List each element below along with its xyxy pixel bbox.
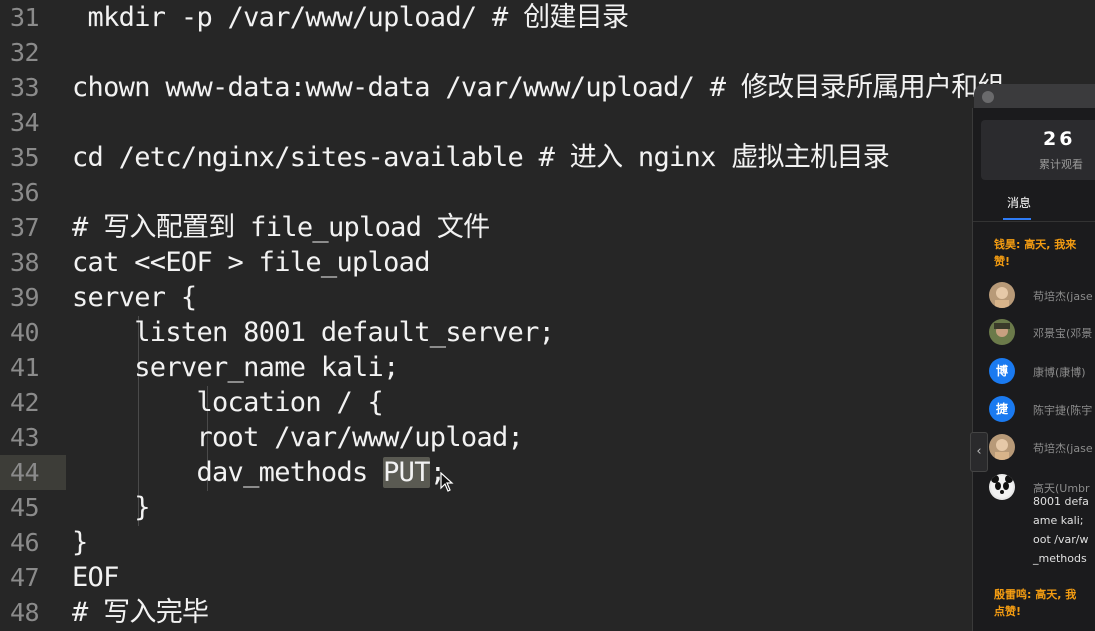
- line-number: 46: [10, 528, 40, 557]
- code-line[interactable]: 42 location / {: [0, 385, 1095, 420]
- line-number: 35: [10, 143, 40, 172]
- line-number: 43: [10, 423, 40, 452]
- code-text[interactable]: }: [72, 490, 150, 525]
- chat-message: 捷 陈宇捷(陈宇: [989, 396, 1095, 424]
- code-line-current[interactable]: 44 dav_methods PUT;: [0, 455, 1095, 490]
- code-line[interactable]: 43 root /var/www/upload;: [0, 420, 1095, 455]
- avatar[interactable]: [989, 282, 1015, 308]
- viewer-stats-card: 26 累计观看: [981, 120, 1095, 180]
- chat-username: 苟培杰(jase: [1033, 290, 1093, 303]
- code-line[interactable]: 38 cat <<EOF > file_upload: [0, 245, 1095, 280]
- mouse-pointer-icon: [440, 472, 454, 492]
- code-text[interactable]: EOF: [72, 560, 119, 595]
- viewer-count-label: 累计观看: [1039, 158, 1083, 171]
- editor-window: 31 mkdir -p /var/www/upload/ # 创建目录 32 3…: [0, 0, 1095, 631]
- chat-message: 苟培杰(jase: [989, 282, 1095, 310]
- line-number: 47: [10, 563, 40, 592]
- panda-icon: [991, 475, 1013, 498]
- line-number: 41: [10, 353, 40, 382]
- code-line[interactable]: 32: [0, 35, 1095, 70]
- line-number: 31: [10, 3, 40, 32]
- code-text[interactable]: location / {: [72, 385, 383, 420]
- line-number: 32: [10, 38, 40, 67]
- chat-username: 康博(康博): [1033, 366, 1086, 379]
- code-text[interactable]: mkdir -p /var/www/upload/ # 创建目录: [72, 0, 629, 35]
- line-number: 38: [10, 248, 40, 277]
- code-text[interactable]: root /var/www/upload;: [72, 420, 523, 455]
- avatar[interactable]: [989, 474, 1015, 500]
- code-line[interactable]: 34: [0, 105, 1095, 140]
- code-line[interactable]: 45 }: [0, 490, 1095, 525]
- tab-messages[interactable]: 消息: [1007, 194, 1031, 211]
- window-control-icon[interactable]: [982, 91, 994, 103]
- code-line[interactable]: 40 listen 8001 default_server;: [0, 315, 1095, 350]
- line-number: 48: [10, 598, 40, 627]
- highlight-message: 殷雷鸣: 高天, 我 点赞!: [994, 588, 1077, 618]
- viewer-count: 26: [1043, 128, 1076, 150]
- line-number: 34: [10, 108, 40, 137]
- code-line[interactable]: 37 # 写入配置到 file_upload 文件: [0, 210, 1095, 245]
- chat-message: 苟培杰(jase: [989, 434, 1095, 462]
- code-text[interactable]: # 写入配置到 file_upload 文件: [72, 210, 490, 245]
- line-number: 36: [10, 178, 40, 207]
- code-text[interactable]: chown www-data:www-data /var/www/upload/…: [72, 70, 1005, 105]
- code-line[interactable]: 31 mkdir -p /var/www/upload/ # 创建目录: [0, 0, 1095, 35]
- chat-message: 高天(Umbr 8001 defa ame kali; oot /var/w _…: [989, 474, 1095, 574]
- code-line[interactable]: 35 cd /etc/nginx/sites-available # 进入 ng…: [0, 140, 1095, 175]
- active-tab-indicator: [1003, 218, 1031, 220]
- avatar[interactable]: 捷: [989, 396, 1015, 422]
- line-number: 37: [10, 213, 40, 242]
- avatar[interactable]: 博: [989, 358, 1015, 384]
- code-text[interactable]: server {: [72, 280, 197, 315]
- tab-divider: [973, 221, 1095, 222]
- code-line[interactable]: 47 EOF: [0, 560, 1095, 595]
- line-number: 40: [10, 318, 40, 347]
- code-line[interactable]: 39 server {: [0, 280, 1095, 315]
- line-number: 42: [10, 388, 40, 417]
- user-face-icon: [994, 323, 1010, 337]
- line-number: 44: [0, 455, 66, 490]
- code-text[interactable]: listen 8001 default_server;: [72, 315, 555, 350]
- selected-text[interactable]: PUT: [383, 457, 430, 488]
- line-number: 39: [10, 283, 40, 312]
- code-line[interactable]: 48 # 写入完毕: [0, 595, 1095, 630]
- code-text[interactable]: }: [72, 525, 88, 560]
- chat-username: 陈宇捷(陈宇: [1033, 404, 1093, 417]
- live-panel-titlebar[interactable]: [974, 84, 1095, 110]
- avatar[interactable]: [989, 319, 1015, 345]
- code-text[interactable]: cd /etc/nginx/sites-available # 进入 nginx…: [72, 140, 890, 175]
- code-text[interactable]: cat <<EOF > file_upload: [72, 245, 430, 280]
- code-text[interactable]: # 写入完毕: [72, 595, 209, 630]
- code-text-before: dav_methods: [72, 457, 384, 488]
- user-face-icon: [995, 439, 1009, 460]
- code-text[interactable]: server_name kali;: [72, 350, 399, 385]
- code-line[interactable]: 36: [0, 175, 1095, 210]
- live-chat-panel: 26 累计观看 消息 钱昊: 高天, 我来 赞! 苟培杰(jase 邓景宝(邓景…: [972, 108, 1095, 631]
- chat-username: 邓景宝(邓景: [1033, 327, 1093, 340]
- code-line[interactable]: 33 chown www-data:www-data /var/www/uplo…: [0, 70, 1095, 105]
- line-number: 33: [10, 73, 40, 102]
- user-face-icon: [995, 287, 1009, 308]
- code-line[interactable]: 46 }: [0, 525, 1095, 560]
- code-text[interactable]: dav_methods PUT;: [72, 455, 446, 490]
- code-line[interactable]: 41 server_name kali;: [0, 350, 1095, 385]
- highlight-message: 钱昊: 高天, 我来 赞!: [994, 238, 1077, 268]
- chat-message: 邓景宝(邓景: [989, 319, 1095, 347]
- collapse-panel-button[interactable]: ‹: [970, 432, 988, 472]
- chat-username: 苟培杰(jase: [1033, 442, 1093, 455]
- chat-text: 8001 defa ame kali; oot /var/w _methods: [1033, 495, 1089, 565]
- line-number: 45: [10, 493, 40, 522]
- chat-message: 博 康博(康博): [989, 358, 1095, 386]
- avatar[interactable]: [989, 434, 1015, 460]
